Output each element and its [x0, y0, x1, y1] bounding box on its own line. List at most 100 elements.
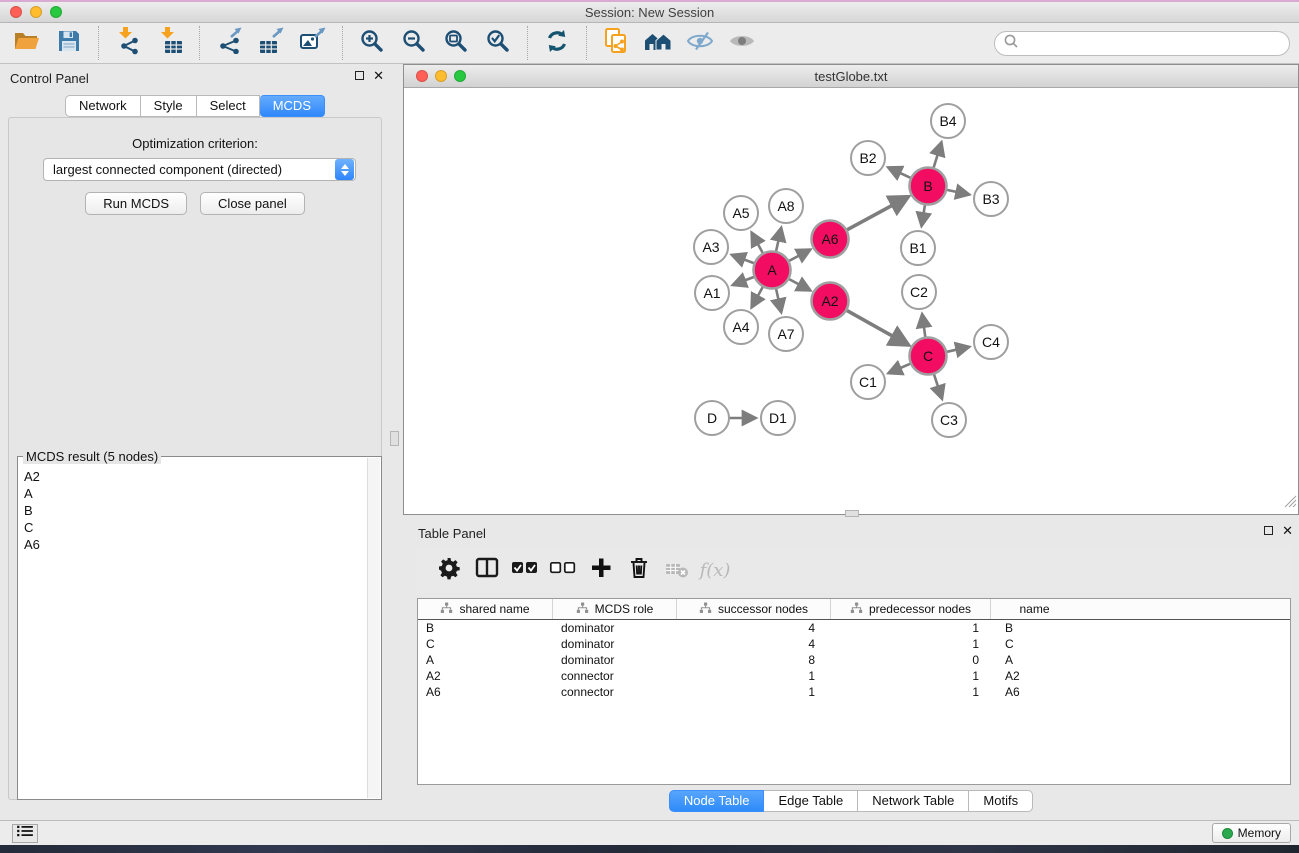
network-close-button[interactable] — [416, 70, 428, 82]
search-field[interactable] — [994, 31, 1290, 56]
tab-network[interactable]: Network — [65, 95, 141, 117]
edge-B-B1[interactable] — [922, 203, 926, 227]
edge-A-A3[interactable] — [732, 255, 757, 264]
node-C1[interactable]: C1 — [851, 365, 885, 399]
table-settings-button[interactable] — [436, 555, 462, 585]
edge-A-A6[interactable] — [787, 249, 811, 262]
edge-A-A4[interactable] — [752, 285, 764, 308]
edge-A-A8[interactable] — [776, 228, 782, 254]
column-header-name[interactable]: name — [991, 599, 1078, 619]
create-column-button[interactable] — [588, 555, 614, 585]
close-panel-icon[interactable]: ✕ — [373, 70, 384, 81]
column-header-successor-nodes[interactable]: successor nodes — [677, 599, 831, 619]
delete-columns-button[interactable] — [626, 555, 652, 585]
export-image-button[interactable] — [292, 25, 334, 61]
node-D[interactable]: D — [695, 401, 729, 435]
node-A4[interactable]: A4 — [724, 310, 758, 344]
edge-A-A1[interactable] — [733, 276, 757, 285]
column-header-MCDS-role[interactable]: MCDS role — [553, 599, 677, 619]
result-item-c[interactable]: C — [19, 519, 366, 536]
edge-C-C3[interactable] — [933, 372, 942, 399]
task-history-button[interactable] — [12, 824, 38, 843]
tab-style[interactable]: Style — [141, 95, 197, 117]
memory-button[interactable]: Memory — [1212, 823, 1291, 843]
table-row-a[interactable]: Adominator80A — [418, 652, 1290, 668]
tab-motifs[interactable]: Motifs — [969, 790, 1033, 812]
result-item-a6[interactable]: A6 — [19, 536, 366, 553]
column-header-shared-name[interactable]: shared name — [418, 599, 553, 619]
node-C[interactable]: C — [910, 338, 947, 375]
edge-A6-B[interactable] — [845, 197, 909, 231]
tab-node-table[interactable]: Node Table — [669, 790, 765, 812]
edge-A2-C[interactable] — [845, 309, 909, 345]
float-panel-icon[interactable] — [355, 71, 364, 80]
table-row-c[interactable]: Cdominator41C — [418, 636, 1290, 652]
criterion-dropdown[interactable]: largest connected component (directed) — [43, 158, 356, 181]
node-A5[interactable]: A5 — [724, 196, 758, 230]
import-table-button[interactable] — [149, 25, 191, 61]
edge-C-C4[interactable] — [945, 347, 970, 353]
node-A2[interactable]: A2 — [812, 283, 849, 320]
zoom-selected-button[interactable] — [477, 25, 519, 61]
tab-mcds[interactable]: MCDS — [260, 95, 325, 117]
node-B4[interactable]: B4 — [931, 104, 965, 138]
node-A8[interactable]: A8 — [769, 189, 803, 223]
open-session-button[interactable] — [6, 25, 48, 61]
result-scrollbar[interactable] — [367, 458, 380, 798]
network-zoom-button[interactable] — [454, 70, 466, 82]
tab-edge-table[interactable]: Edge Table — [764, 790, 858, 812]
tab-select[interactable]: Select — [197, 95, 260, 117]
import-network-button[interactable] — [107, 25, 149, 61]
node-B1[interactable]: B1 — [901, 231, 935, 265]
zoom-out-button[interactable] — [393, 25, 435, 61]
search-input[interactable] — [1019, 34, 1289, 54]
zoom-fit-button[interactable] — [435, 25, 477, 61]
close-panel-button[interactable]: Close panel — [200, 192, 305, 215]
column-header-predecessor-nodes[interactable]: predecessor nodes — [831, 599, 991, 619]
new-network-from-selection-button[interactable] — [595, 25, 637, 61]
table-row-a2[interactable]: A2connector11A2 — [418, 668, 1290, 684]
zoom-window-button[interactable] — [50, 6, 62, 18]
edge-A-A7[interactable] — [776, 287, 782, 313]
node-B2[interactable]: B2 — [851, 141, 885, 175]
edge-A-A5[interactable] — [752, 232, 764, 255]
table-row-a6[interactable]: A6connector11A6 — [418, 684, 1290, 700]
export-network-button[interactable] — [208, 25, 250, 61]
close-table-panel-icon[interactable]: ✕ — [1282, 525, 1293, 536]
run-mcds-button[interactable]: Run MCDS — [85, 192, 187, 215]
network-canvas[interactable]: B4B2BB3A8A5A6B1A3AC2A1A2A4A7C4CC1C3DD1 — [405, 89, 1298, 510]
show-column-panel-button[interactable] — [474, 555, 500, 585]
result-item-b[interactable]: B — [19, 502, 366, 519]
network-minimize-button[interactable] — [435, 70, 447, 82]
close-window-button[interactable] — [10, 6, 22, 18]
edge-B-B2[interactable] — [888, 167, 913, 179]
node-A[interactable]: A — [754, 252, 791, 289]
edge-B-B3[interactable] — [945, 189, 970, 194]
app-titlebar[interactable]: Session: New Session — [0, 2, 1299, 23]
node-C3[interactable]: C3 — [932, 403, 966, 437]
show-all-button[interactable] — [721, 25, 763, 61]
result-item-a2[interactable]: A2 — [19, 468, 366, 485]
export-table-button[interactable] — [250, 25, 292, 61]
first-neighbors-button[interactable] — [637, 25, 679, 61]
split-divider-handle-horizontal[interactable] — [845, 510, 859, 517]
save-session-button[interactable] — [48, 25, 90, 61]
apply-layout-button[interactable] — [536, 25, 578, 61]
edge-C-C2[interactable] — [922, 314, 926, 339]
network-window-titlebar[interactable]: testGlobe.txt — [404, 65, 1298, 88]
float-table-panel-icon[interactable] — [1264, 526, 1273, 535]
node-B[interactable]: B — [910, 168, 947, 205]
resize-grip-icon[interactable] — [1284, 495, 1297, 513]
node-C2[interactable]: C2 — [902, 275, 936, 309]
node-A1[interactable]: A1 — [695, 276, 729, 310]
split-divider-handle-vertical[interactable] — [390, 431, 399, 446]
edge-C-C1[interactable] — [888, 363, 912, 374]
node-D1[interactable]: D1 — [761, 401, 795, 435]
table-row-b[interactable]: Bdominator41B — [418, 620, 1290, 636]
minimize-window-button[interactable] — [30, 6, 42, 18]
node-A6[interactable]: A6 — [812, 221, 849, 258]
edge-B-B4[interactable] — [933, 142, 942, 170]
tab-network-table[interactable]: Network Table — [858, 790, 969, 812]
result-item-a[interactable]: A — [19, 485, 366, 502]
zoom-in-button[interactable] — [351, 25, 393, 61]
